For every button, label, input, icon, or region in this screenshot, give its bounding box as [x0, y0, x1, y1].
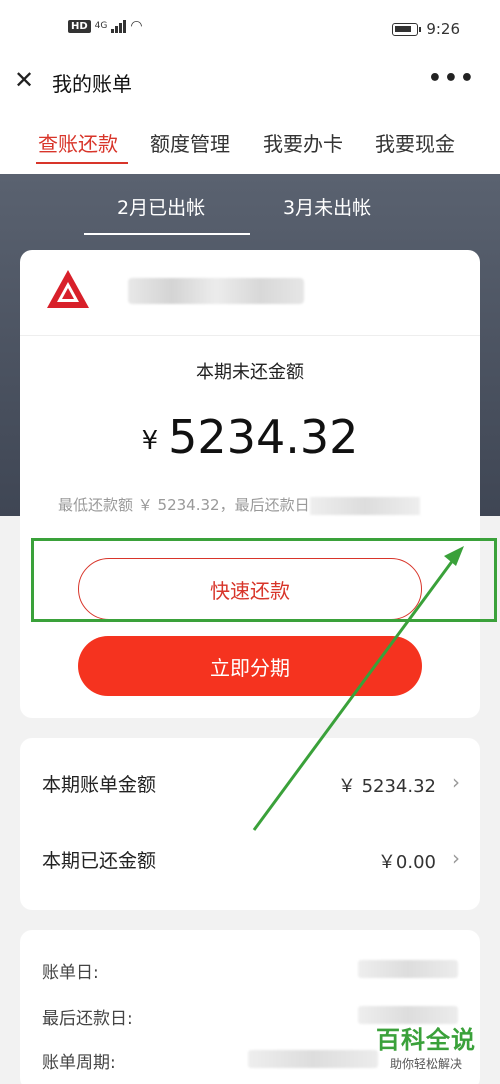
- statement-date-label: 账单日:: [42, 963, 99, 983]
- bill-amount-label: 本期账单金额: [42, 774, 157, 796]
- tab-get-cash[interactable]: 我要现金: [375, 128, 455, 157]
- bill-amount-value: ￥ 5234.32: [337, 776, 436, 797]
- status-right: 9:26: [392, 20, 460, 38]
- title-bar: ✕ 我的账单 •••: [0, 60, 500, 104]
- page-title: 我的账单: [52, 72, 132, 96]
- bill-card: 本期未还金额 ¥5234.32 最低还款额 ￥ 5234.32，最后还款日 快速…: [20, 250, 480, 718]
- due-date-label: 最后还款日:: [42, 1009, 133, 1029]
- month-tab-indicator: [84, 233, 250, 235]
- status-left: HD 4G ◠: [68, 18, 143, 34]
- billing-cycle-label: 账单周期:: [42, 1053, 116, 1073]
- bill-amount-row[interactable]: 本期账单金额 ￥ 5234.32 ›: [20, 748, 480, 808]
- statement-date-blurred: [358, 960, 458, 978]
- wifi-icon: ◠: [130, 18, 143, 34]
- card-header: [20, 250, 480, 336]
- close-icon[interactable]: ✕: [14, 68, 38, 92]
- bank-name-blurred: [128, 278, 304, 304]
- hd-badge: HD: [68, 19, 91, 33]
- unpaid-label: 本期未还金额: [196, 362, 304, 383]
- more-icon[interactable]: •••: [428, 66, 476, 91]
- main-tabs: 查账还款 额度管理 我要办卡 我要现金: [0, 104, 500, 174]
- paid-amount-label: 本期已还金额: [42, 850, 157, 872]
- unpaid-amount-value: 5234.32: [168, 410, 359, 464]
- tab-mar-unbilled[interactable]: 3月未出帐: [283, 193, 371, 220]
- tab-feb-billed[interactable]: 2月已出帐: [117, 193, 205, 220]
- tab-bill-repay[interactable]: 查账还款: [38, 128, 118, 157]
- chevron-right-icon: ›: [452, 846, 460, 870]
- battery-icon: [392, 22, 422, 36]
- tab-active-indicator: [36, 162, 128, 164]
- watermark-logo: 百科全说 助你轻松解决: [370, 1020, 482, 1072]
- tab-credit-limit[interactable]: 额度管理: [150, 128, 230, 157]
- clock: 9:26: [426, 20, 460, 38]
- signal-icon: [111, 19, 127, 33]
- watermark-subtitle: 助你轻松解决: [389, 1057, 462, 1071]
- paid-amount-row[interactable]: 本期已还金额 ￥0.00 ›: [20, 824, 480, 884]
- unpaid-amount: ¥5234.32: [20, 410, 480, 464]
- min-payment-label: 最低还款额 ￥ 5234.32，最后还款日: [58, 496, 310, 514]
- installment-button[interactable]: 立即分期: [78, 636, 422, 696]
- min-payment-text: 最低还款额 ￥ 5234.32，最后还款日: [58, 494, 420, 515]
- status-bar: HD 4G ◠ 9:26: [0, 0, 500, 60]
- summary-card: 本期账单金额 ￥ 5234.32 › 本期已还金额 ￥0.00 ›: [20, 738, 480, 910]
- watermark-title: 百科全说: [376, 1026, 476, 1054]
- highlight-box: [31, 538, 497, 622]
- network-type: 4G: [94, 21, 108, 31]
- chevron-right-icon: ›: [452, 770, 460, 794]
- currency-symbol: ¥: [141, 425, 159, 456]
- bank-logo-icon: [47, 270, 89, 308]
- paid-amount-value: ￥0.00: [377, 852, 436, 873]
- tab-apply-card[interactable]: 我要办卡: [263, 128, 343, 157]
- billing-cycle-blurred: [248, 1050, 378, 1068]
- due-date-blurred: [309, 496, 420, 515]
